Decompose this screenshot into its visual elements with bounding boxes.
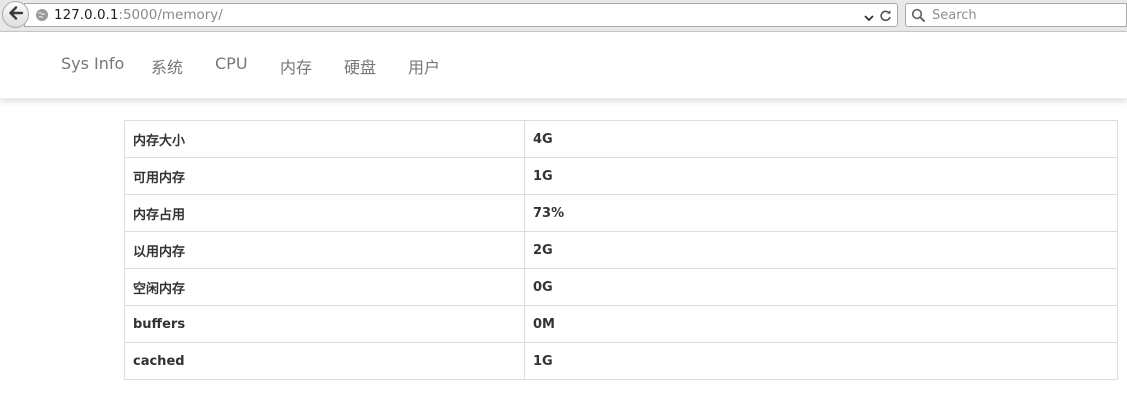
nav-item-system[interactable]: 系统 — [151, 54, 183, 78]
row-value: 0M — [524, 305, 1118, 343]
row-value: 2G — [524, 231, 1118, 269]
top-navbar: Sys Info 系统 CPU 内存 硬盘 用户 — [0, 32, 1127, 99]
search-bar[interactable] — [905, 3, 1127, 27]
table-row: cached 1G — [124, 342, 1118, 380]
nav-item-memory[interactable]: 内存 — [280, 54, 312, 78]
nav-item-disk[interactable]: 硬盘 — [344, 54, 376, 78]
table-row: 可用内存 1G — [124, 157, 1118, 195]
table-row: buffers 0M — [124, 305, 1118, 343]
search-icon — [911, 8, 926, 23]
globe-icon — [35, 8, 49, 22]
row-label: 内存占用 — [124, 194, 525, 232]
row-value: 0G — [524, 268, 1118, 306]
back-button[interactable] — [2, 1, 29, 28]
row-label: 可用内存 — [124, 157, 525, 195]
table-row: 以用内存 2G — [124, 231, 1118, 269]
address-bar[interactable]: 127.0.0.1:5000/memory/ — [24, 3, 898, 27]
row-label: 以用内存 — [124, 231, 525, 269]
row-label: 空闲内存 — [124, 268, 525, 306]
url-host: 127.0.0.1 — [54, 7, 119, 23]
search-input[interactable] — [932, 7, 1112, 23]
nav-item-cpu[interactable]: CPU — [215, 54, 248, 73]
row-label: cached — [124, 342, 525, 380]
url-path: :5000/memory/ — [118, 7, 223, 23]
back-arrow-icon — [8, 5, 24, 24]
memory-info-table: 内存大小 4G 可用内存 1G 内存占用 73% 以用内存 2G 空闲内存 0G… — [124, 120, 1118, 380]
nav-item-users[interactable]: 用户 — [408, 54, 440, 78]
row-label: buffers — [124, 305, 525, 343]
table-row: 内存大小 4G — [124, 120, 1118, 158]
row-value: 1G — [524, 157, 1118, 195]
nav-item-sys-info[interactable]: Sys Info — [61, 54, 124, 73]
url-text[interactable]: 127.0.0.1:5000/memory/ — [54, 7, 223, 23]
row-value: 1G — [524, 342, 1118, 380]
url-dropdown-icon[interactable] — [864, 7, 874, 26]
row-value: 73% — [524, 194, 1118, 232]
row-label: 内存大小 — [124, 120, 525, 158]
row-value: 4G — [524, 120, 1118, 158]
browser-toolbar: 127.0.0.1:5000/memory/ — [0, 0, 1127, 32]
table-row: 空闲内存 0G — [124, 268, 1118, 306]
table-row: 内存占用 73% — [124, 194, 1118, 232]
reload-icon[interactable] — [879, 7, 892, 26]
